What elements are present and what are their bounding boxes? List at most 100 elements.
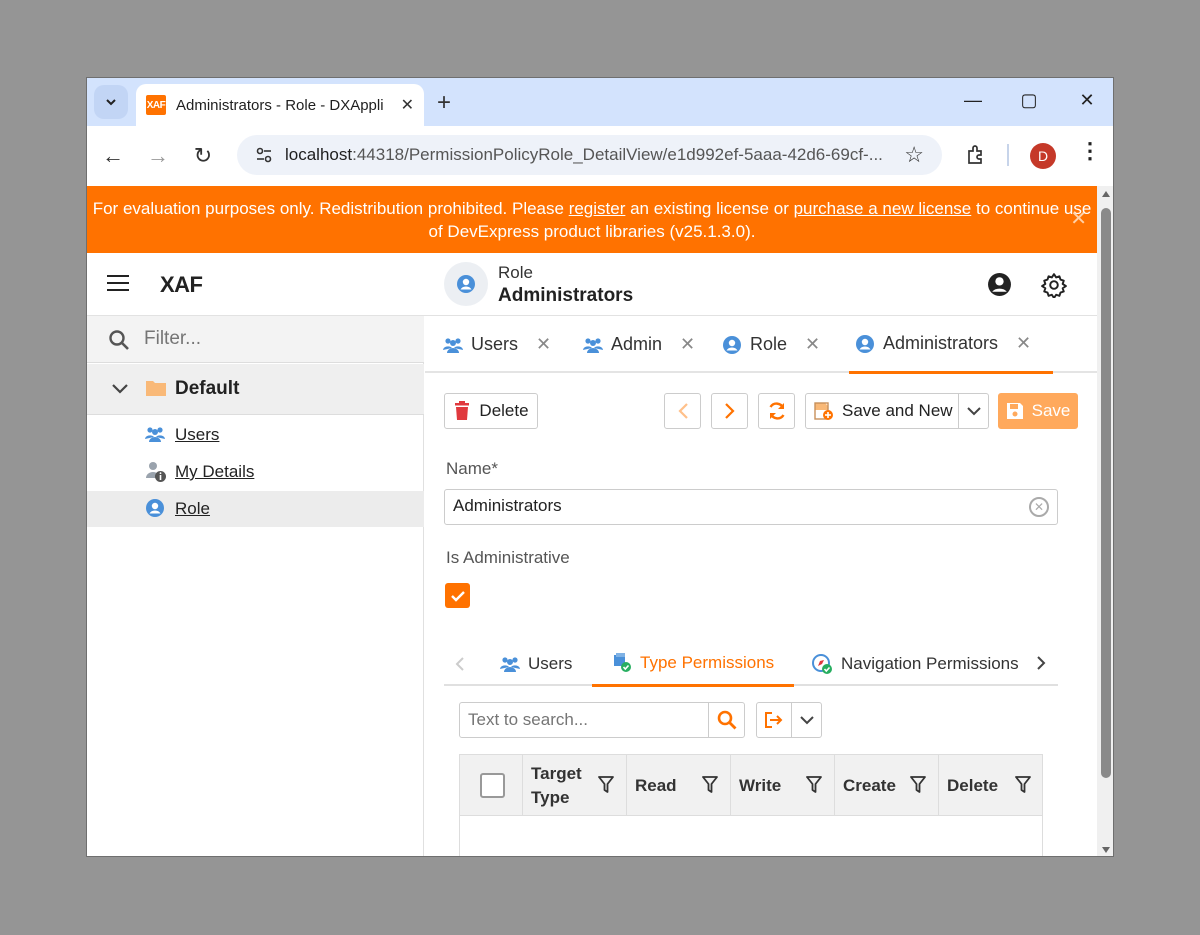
users-icon: [443, 337, 463, 353]
maximize-icon[interactable]: ▢: [1017, 90, 1041, 111]
window-close-icon[interactable]: ✕: [1075, 90, 1099, 111]
save-new-icon: [814, 402, 833, 420]
tab-sub-users[interactable]: Users: [500, 641, 572, 686]
extensions-icon[interactable]: [965, 144, 987, 166]
type-permissions-icon: [614, 652, 631, 672]
close-tab-icon[interactable]: ✕: [805, 334, 820, 355]
profile-avatar[interactable]: D: [1030, 143, 1056, 169]
tab-type-permissions[interactable]: Type Permissions: [592, 641, 795, 687]
reload-icon[interactable]: ↻: [191, 144, 215, 168]
column-header-write[interactable]: Write: [731, 755, 835, 816]
site-settings-icon[interactable]: [255, 146, 273, 164]
sidebar-item-role[interactable]: Role: [87, 491, 424, 527]
save-and-new-dropdown[interactable]: [958, 394, 988, 428]
nav-filter-input[interactable]: [144, 328, 404, 350]
checkmark-icon: [450, 590, 465, 602]
tab-admin[interactable]: Admin ✕: [583, 316, 695, 373]
close-tab-icon[interactable]: ✕: [680, 334, 695, 355]
tab-role[interactable]: Role ✕: [722, 316, 820, 373]
chevron-left-icon[interactable]: [455, 656, 465, 672]
filter-icon[interactable]: [702, 776, 718, 794]
tab-users[interactable]: Users ✕: [443, 316, 551, 373]
chevron-right-icon: [724, 403, 735, 419]
name-field[interactable]: ✕: [444, 489, 1058, 525]
clear-input-icon[interactable]: ✕: [1029, 497, 1049, 517]
export-button[interactable]: [756, 702, 822, 738]
export-dropdown[interactable]: [792, 703, 821, 737]
filter-icon[interactable]: [1015, 776, 1031, 794]
page-scrollbar[interactable]: [1097, 186, 1113, 856]
export-action[interactable]: [757, 703, 792, 737]
close-tab-icon[interactable]: ✕: [1016, 333, 1031, 354]
refresh-button[interactable]: [758, 393, 795, 429]
tab-administrators[interactable]: Administrators ✕: [849, 316, 1054, 374]
type-permissions-grid: Target Type Read Write Create Delete: [459, 754, 1043, 856]
filter-icon[interactable]: [806, 776, 822, 794]
tab-navigation-permissions[interactable]: Navigation Permissions: [811, 641, 1019, 686]
register-link[interactable]: register: [569, 199, 626, 218]
column-header-create[interactable]: Create: [835, 755, 939, 816]
menu-hamburger-icon[interactable]: [107, 275, 129, 296]
filter-icon[interactable]: [598, 776, 614, 794]
forward-arrow-icon[interactable]: →: [146, 144, 170, 168]
column-header-target-type[interactable]: Target Type: [523, 755, 627, 816]
detail-view: Users ✕ Admin ✕ Role ✕ Administrators ✕: [425, 316, 1097, 856]
column-header-delete[interactable]: Delete: [939, 755, 1043, 816]
grid-search-box[interactable]: [459, 702, 745, 738]
detail-sub-tabs: Users Type Permissions Navigation Permis…: [444, 641, 1058, 687]
gear-icon[interactable]: [1041, 272, 1067, 298]
close-tab-icon[interactable]: ✕: [536, 334, 551, 355]
scrollbar-thumb[interactable]: [1101, 208, 1111, 778]
next-object-button[interactable]: [711, 393, 748, 429]
minimize-icon[interactable]: —: [961, 90, 985, 111]
users-icon: [583, 337, 603, 353]
sidebar-item-label: Role: [175, 499, 210, 518]
grid-header: Target Type Read Write Create Delete: [460, 755, 1042, 816]
page-content: For evaluation purposes only. Redistribu…: [87, 186, 1097, 856]
grid-search-input[interactable]: [468, 710, 708, 730]
account-icon[interactable]: [987, 272, 1012, 297]
scroll-up-icon[interactable]: [1101, 190, 1111, 198]
chevron-down-icon: [106, 99, 116, 106]
app-header: XAF Role Administrators: [87, 253, 1097, 316]
grid-search-button[interactable]: [708, 703, 744, 737]
xaf-favicon-icon: XAF: [146, 95, 166, 115]
filter-icon[interactable]: [910, 776, 926, 794]
browser-menu-icon[interactable]: ⋮: [1079, 140, 1101, 162]
is-administrative-label: Is Administrative: [446, 548, 570, 567]
address-bar[interactable]: localhost:44318/PermissionPolicyRole_Det…: [237, 135, 942, 175]
select-all-checkbox[interactable]: [480, 773, 505, 798]
url-text: localhost:44318/PermissionPolicyRole_Det…: [285, 145, 883, 164]
purchase-license-link[interactable]: purchase a new license: [794, 199, 972, 218]
column-header-read[interactable]: Read: [627, 755, 731, 816]
sidebar-item-users[interactable]: Users: [87, 417, 424, 453]
browser-tab-active[interactable]: XAF Administrators - Role - DXAppli ✕: [136, 84, 424, 126]
search-icon: [717, 710, 736, 730]
banner-close-icon[interactable]: ✕: [1070, 208, 1087, 231]
nav-group-default[interactable]: Default: [87, 364, 424, 415]
name-input[interactable]: [453, 496, 1013, 516]
role-icon: [457, 275, 475, 293]
folder-icon: [146, 381, 166, 396]
is-administrative-checkbox[interactable]: [445, 583, 470, 608]
save-and-new-button[interactable]: Save and New: [805, 393, 989, 429]
view-caption: Role: [498, 263, 533, 282]
floppy-disk-icon: [1006, 403, 1023, 419]
new-tab-button[interactable]: +: [437, 89, 451, 117]
save-button[interactable]: Save: [998, 393, 1078, 429]
role-icon: [146, 499, 164, 517]
back-arrow-icon[interactable]: ←: [101, 144, 125, 168]
previous-object-button[interactable]: [664, 393, 701, 429]
browser-toolbar: ← → ↻ localhost:44318/PermissionPolicyRo…: [87, 126, 1113, 186]
scroll-down-icon[interactable]: [1101, 846, 1111, 854]
bookmark-star-icon[interactable]: ☆: [904, 142, 924, 168]
delete-button[interactable]: Delete: [444, 393, 538, 429]
chevron-left-icon: [677, 403, 688, 419]
sidebar-item-label: My Details: [175, 462, 255, 481]
sidebar-item-my-details[interactable]: My Details: [87, 454, 424, 490]
tab-search-button[interactable]: [94, 85, 128, 119]
chevron-right-icon[interactable]: [1036, 655, 1046, 671]
chevron-down-icon: [112, 384, 128, 394]
chevron-down-icon: [799, 716, 814, 725]
close-icon[interactable]: ✕: [401, 95, 414, 115]
